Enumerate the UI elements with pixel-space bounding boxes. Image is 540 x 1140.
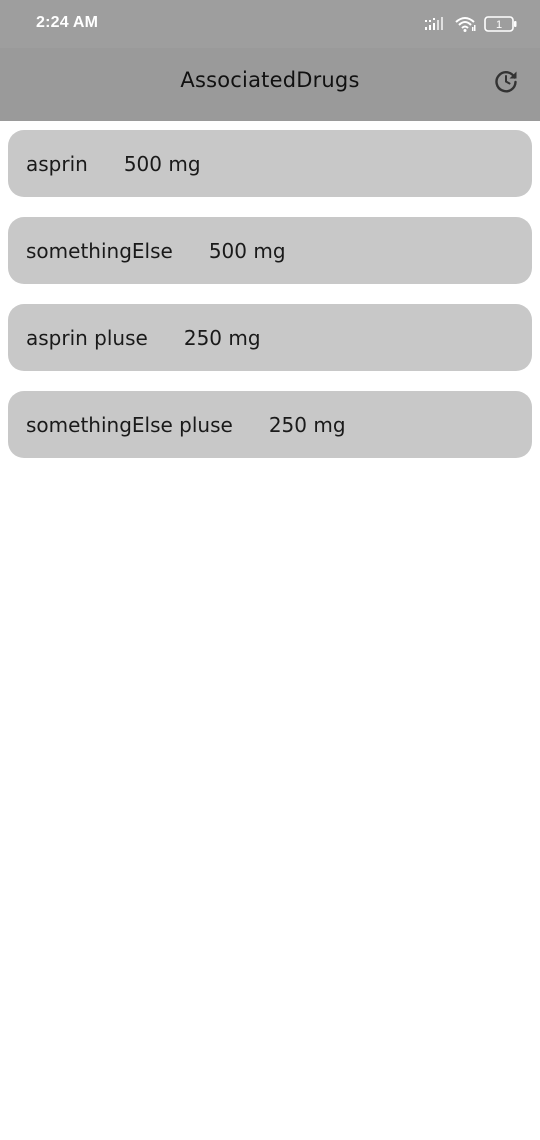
- drug-dose: 500 mg: [208, 238, 286, 263]
- drug-dose: 250 mg: [268, 412, 346, 437]
- drug-dose: 250 mg: [183, 325, 261, 350]
- refresh-icon: [493, 68, 519, 98]
- drug-list-item[interactable]: asprin pluse 250 mg: [8, 304, 532, 371]
- page-title: AssociatedDrugs: [180, 68, 360, 92]
- drug-name: somethingElse pluse: [26, 412, 233, 437]
- drug-list-item[interactable]: asprin 500 mg: [8, 130, 532, 197]
- drug-list: asprin 500 mg somethingElse 500 mg aspri…: [8, 130, 532, 478]
- drug-name: asprin pluse: [26, 325, 148, 350]
- status-icons: 1: [424, 12, 518, 36]
- screen: 2:24 AM 1 AssociatedDrugs asprin 500 mg …: [0, 0, 540, 1140]
- app-bar: AssociatedDrugs: [0, 48, 540, 121]
- drug-dose: 500 mg: [123, 151, 201, 176]
- drug-name: somethingElse: [26, 238, 173, 263]
- wifi-icon: [454, 16, 476, 32]
- drug-list-item[interactable]: somethingElse 500 mg: [8, 217, 532, 284]
- drug-list-item[interactable]: somethingElse pluse 250 mg: [8, 391, 532, 458]
- battery-level: 1: [496, 19, 502, 31]
- drug-name: asprin: [26, 151, 88, 176]
- refresh-button[interactable]: [492, 69, 520, 97]
- signal-icon: [424, 16, 446, 32]
- status-time: 2:24 AM: [36, 14, 99, 31]
- battery-icon: 1: [484, 16, 518, 32]
- status-bar: 2:24 AM 1: [0, 0, 540, 48]
